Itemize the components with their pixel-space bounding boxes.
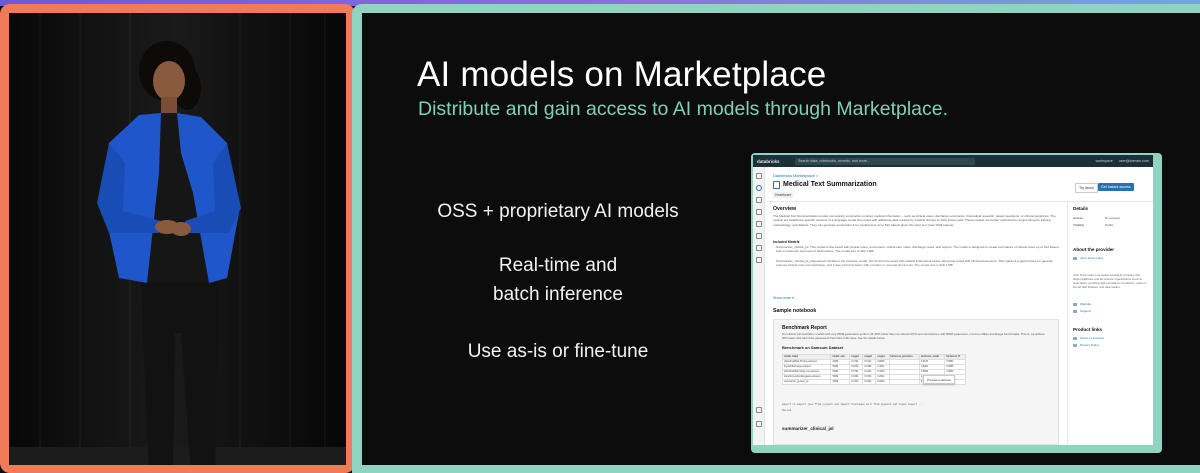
table-cell: 0.1932 bbox=[862, 379, 877, 385]
embedded-screenshot-frame: databricks Search data, notebooks, recen… bbox=[751, 153, 1162, 453]
menu-icon[interactable] bbox=[756, 173, 762, 179]
included-models-heading: Included Models bbox=[773, 240, 800, 244]
slide-subtitle: Distribute and gain access to AI models … bbox=[418, 98, 949, 120]
settings-icon[interactable] bbox=[756, 421, 762, 427]
provider-logo-icon bbox=[1073, 257, 1077, 260]
overview-heading: Overview bbox=[773, 206, 797, 212]
bullet-oss-models: OSS + proprietary AI models bbox=[437, 201, 679, 222]
catalog-icon[interactable] bbox=[756, 221, 762, 227]
privacy-link[interactable]: Privacy Policy bbox=[1080, 343, 1099, 347]
support-icon bbox=[1073, 310, 1077, 313]
breadcrumb[interactable]: Databricks Marketplace > bbox=[773, 173, 818, 178]
slide-title: AI models on Marketplace bbox=[417, 55, 827, 94]
listing-title: Medical Text Summarization bbox=[783, 181, 877, 188]
divider bbox=[767, 201, 1153, 202]
models-icon[interactable] bbox=[756, 257, 762, 263]
compute-icon[interactable] bbox=[756, 245, 762, 251]
access-value: By request bbox=[1105, 216, 1120, 220]
website-link[interactable]: Website bbox=[1080, 302, 1091, 306]
table-cell: summarizer_generic_jsl bbox=[781, 379, 832, 385]
visibility-value: Public bbox=[1105, 223, 1114, 227]
details-heading: Details bbox=[1073, 206, 1089, 211]
brand-logo[interactable]: databricks bbox=[757, 159, 789, 164]
fade-overlay bbox=[773, 263, 1063, 289]
curtain-fold bbox=[79, 13, 81, 465]
show-more-link[interactable]: Show more ▾ bbox=[773, 296, 794, 300]
speaker-video bbox=[9, 13, 346, 465]
presentation-slide: AI models on Marketplace Distribute and … bbox=[362, 13, 1200, 465]
model-icon bbox=[773, 181, 780, 189]
sample-notebook-heading: Sample notebook bbox=[773, 308, 817, 314]
notebook-preview[interactable]: Benchmark Report Our clinical summarizat… bbox=[773, 319, 1059, 445]
marketplace-icon[interactable] bbox=[756, 185, 762, 191]
overview-text: The Medical Text Summarization models ca… bbox=[773, 214, 1056, 227]
category-tag[interactable]: Healthcare bbox=[773, 192, 794, 198]
access-label: Access bbox=[1073, 216, 1083, 220]
marketplace-listing-screenshot: databricks Search data, notebooks, recen… bbox=[753, 155, 1153, 445]
app-sidebar bbox=[753, 167, 765, 445]
recents-icon[interactable] bbox=[756, 209, 762, 215]
terms-icon bbox=[1073, 337, 1077, 340]
visibility-label: Visibility bbox=[1073, 223, 1085, 227]
workflows-icon[interactable] bbox=[756, 233, 762, 239]
preview-notebook-tooltip[interactable]: Preview notebook bbox=[923, 375, 955, 384]
partner-icon[interactable] bbox=[756, 407, 762, 413]
support-link[interactable]: Support bbox=[1080, 309, 1091, 313]
notebook-title: Benchmark Report bbox=[782, 325, 827, 331]
user-menu[interactable]: user@domain.com bbox=[1119, 159, 1149, 163]
website-icon bbox=[1073, 303, 1077, 306]
speaker-figure bbox=[97, 41, 241, 465]
workspace-icon[interactable] bbox=[756, 197, 762, 203]
notebook-intro: Our clinical summarization models with o… bbox=[782, 332, 1045, 340]
bullet-inference: Real-time and batch inference bbox=[417, 251, 699, 309]
global-search-input[interactable]: Search data, notebooks, recents, and mor… bbox=[795, 157, 975, 165]
table-cell: 0.2639 bbox=[875, 379, 890, 385]
privacy-icon bbox=[1073, 344, 1077, 347]
search-placeholder: Search data, notebooks, recents, and mor… bbox=[798, 159, 870, 163]
get-access-button[interactable]: Get instant access bbox=[1098, 183, 1134, 191]
table-cell bbox=[888, 379, 921, 385]
right-column-divider bbox=[1067, 201, 1068, 445]
product-links-heading: Product links bbox=[1073, 327, 1103, 332]
run-cell-link[interactable]: Run cell bbox=[782, 409, 791, 412]
curtain-fold bbox=[324, 13, 326, 465]
provider-description: John Snow Labs is an award-winning AI co… bbox=[1073, 273, 1147, 289]
code-cell: import re import json from pyspark.sql i… bbox=[782, 403, 924, 406]
curtain-fold bbox=[289, 13, 291, 465]
try-demo-button[interactable]: Try demo bbox=[1075, 183, 1099, 193]
curtain-fold bbox=[39, 13, 41, 465]
bullet-fine-tune: Use as-is or fine-tune bbox=[467, 341, 649, 362]
workspace-selector[interactable]: workspace bbox=[1096, 159, 1113, 163]
app-topbar: databricks Search data, notebooks, recen… bbox=[753, 155, 1153, 167]
bullet-inference-text: Real-time and batch inference bbox=[493, 255, 623, 305]
notebook-section-heading: summarizer_clinical_jsl bbox=[782, 426, 834, 431]
table-cell: 250M bbox=[830, 379, 851, 385]
dataset-heading: Benchmark on Samsum Dataset bbox=[782, 345, 844, 350]
terms-link[interactable]: Terms of services bbox=[1080, 336, 1104, 340]
provider-name-link[interactable]: John Snow Labs bbox=[1080, 256, 1103, 260]
table-cell: 0.2703 bbox=[849, 379, 864, 385]
provider-heading: About the provider bbox=[1073, 247, 1115, 252]
list-item: Summarizer_clinical_jsl: This model is f… bbox=[776, 245, 1059, 254]
